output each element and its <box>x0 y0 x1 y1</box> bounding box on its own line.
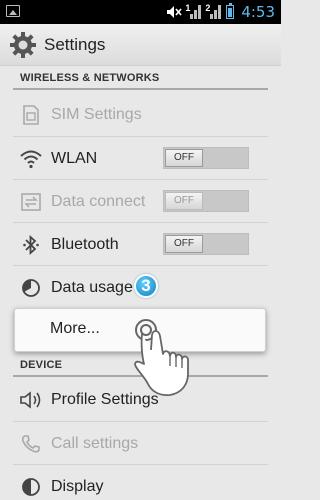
section-divider <box>13 88 268 90</box>
display-item[interactable]: Display <box>0 465 281 500</box>
bluetooth-toggle[interactable]: OFF <box>163 233 249 255</box>
bluetooth-item[interactable]: Bluetooth OFF <box>0 223 281 266</box>
tap-hand-icon <box>134 319 189 397</box>
signal-sim2-icon: 2 <box>205 3 222 19</box>
bluetooth-icon <box>18 232 44 258</box>
sim-settings-item[interactable]: SIM Settings <box>0 93 281 136</box>
wlan-toggle[interactable]: OFF <box>163 147 249 169</box>
status-time: 4:53 <box>241 3 275 21</box>
image-notification-icon <box>6 5 20 17</box>
action-bar: Settings <box>0 24 281 66</box>
sim-card-icon <box>18 102 44 128</box>
data-connect-item[interactable]: Data connect OFF <box>0 180 281 223</box>
signal-sim1-icon: 1 <box>185 3 202 19</box>
data-usage-icon <box>18 275 44 301</box>
wlan-item[interactable]: WLAN OFF <box>0 137 281 180</box>
settings-gear-icon[interactable] <box>8 30 38 60</box>
section-label: WIRELESS & NETWORKS <box>20 72 160 84</box>
data-transfer-icon <box>18 189 44 215</box>
status-icons: 1 2 4:53 <box>166 3 275 21</box>
phone-icon <box>18 431 44 457</box>
wifi-icon <box>18 146 44 172</box>
data-connect-toggle[interactable]: OFF <box>163 190 249 212</box>
section-label: DEVICE <box>20 359 63 371</box>
section-wireless-networks: WIRELESS & NETWORKS <box>0 67 281 91</box>
status-bar: 1 2 4:53 <box>0 0 281 24</box>
display-icon <box>18 474 44 500</box>
mute-icon <box>167 6 182 18</box>
battery-icon <box>226 3 235 19</box>
step-number-badge: 3 <box>134 274 158 298</box>
call-settings-item[interactable]: Call settings <box>0 422 281 465</box>
page-title: Settings <box>44 34 106 54</box>
speaker-icon <box>18 387 44 413</box>
